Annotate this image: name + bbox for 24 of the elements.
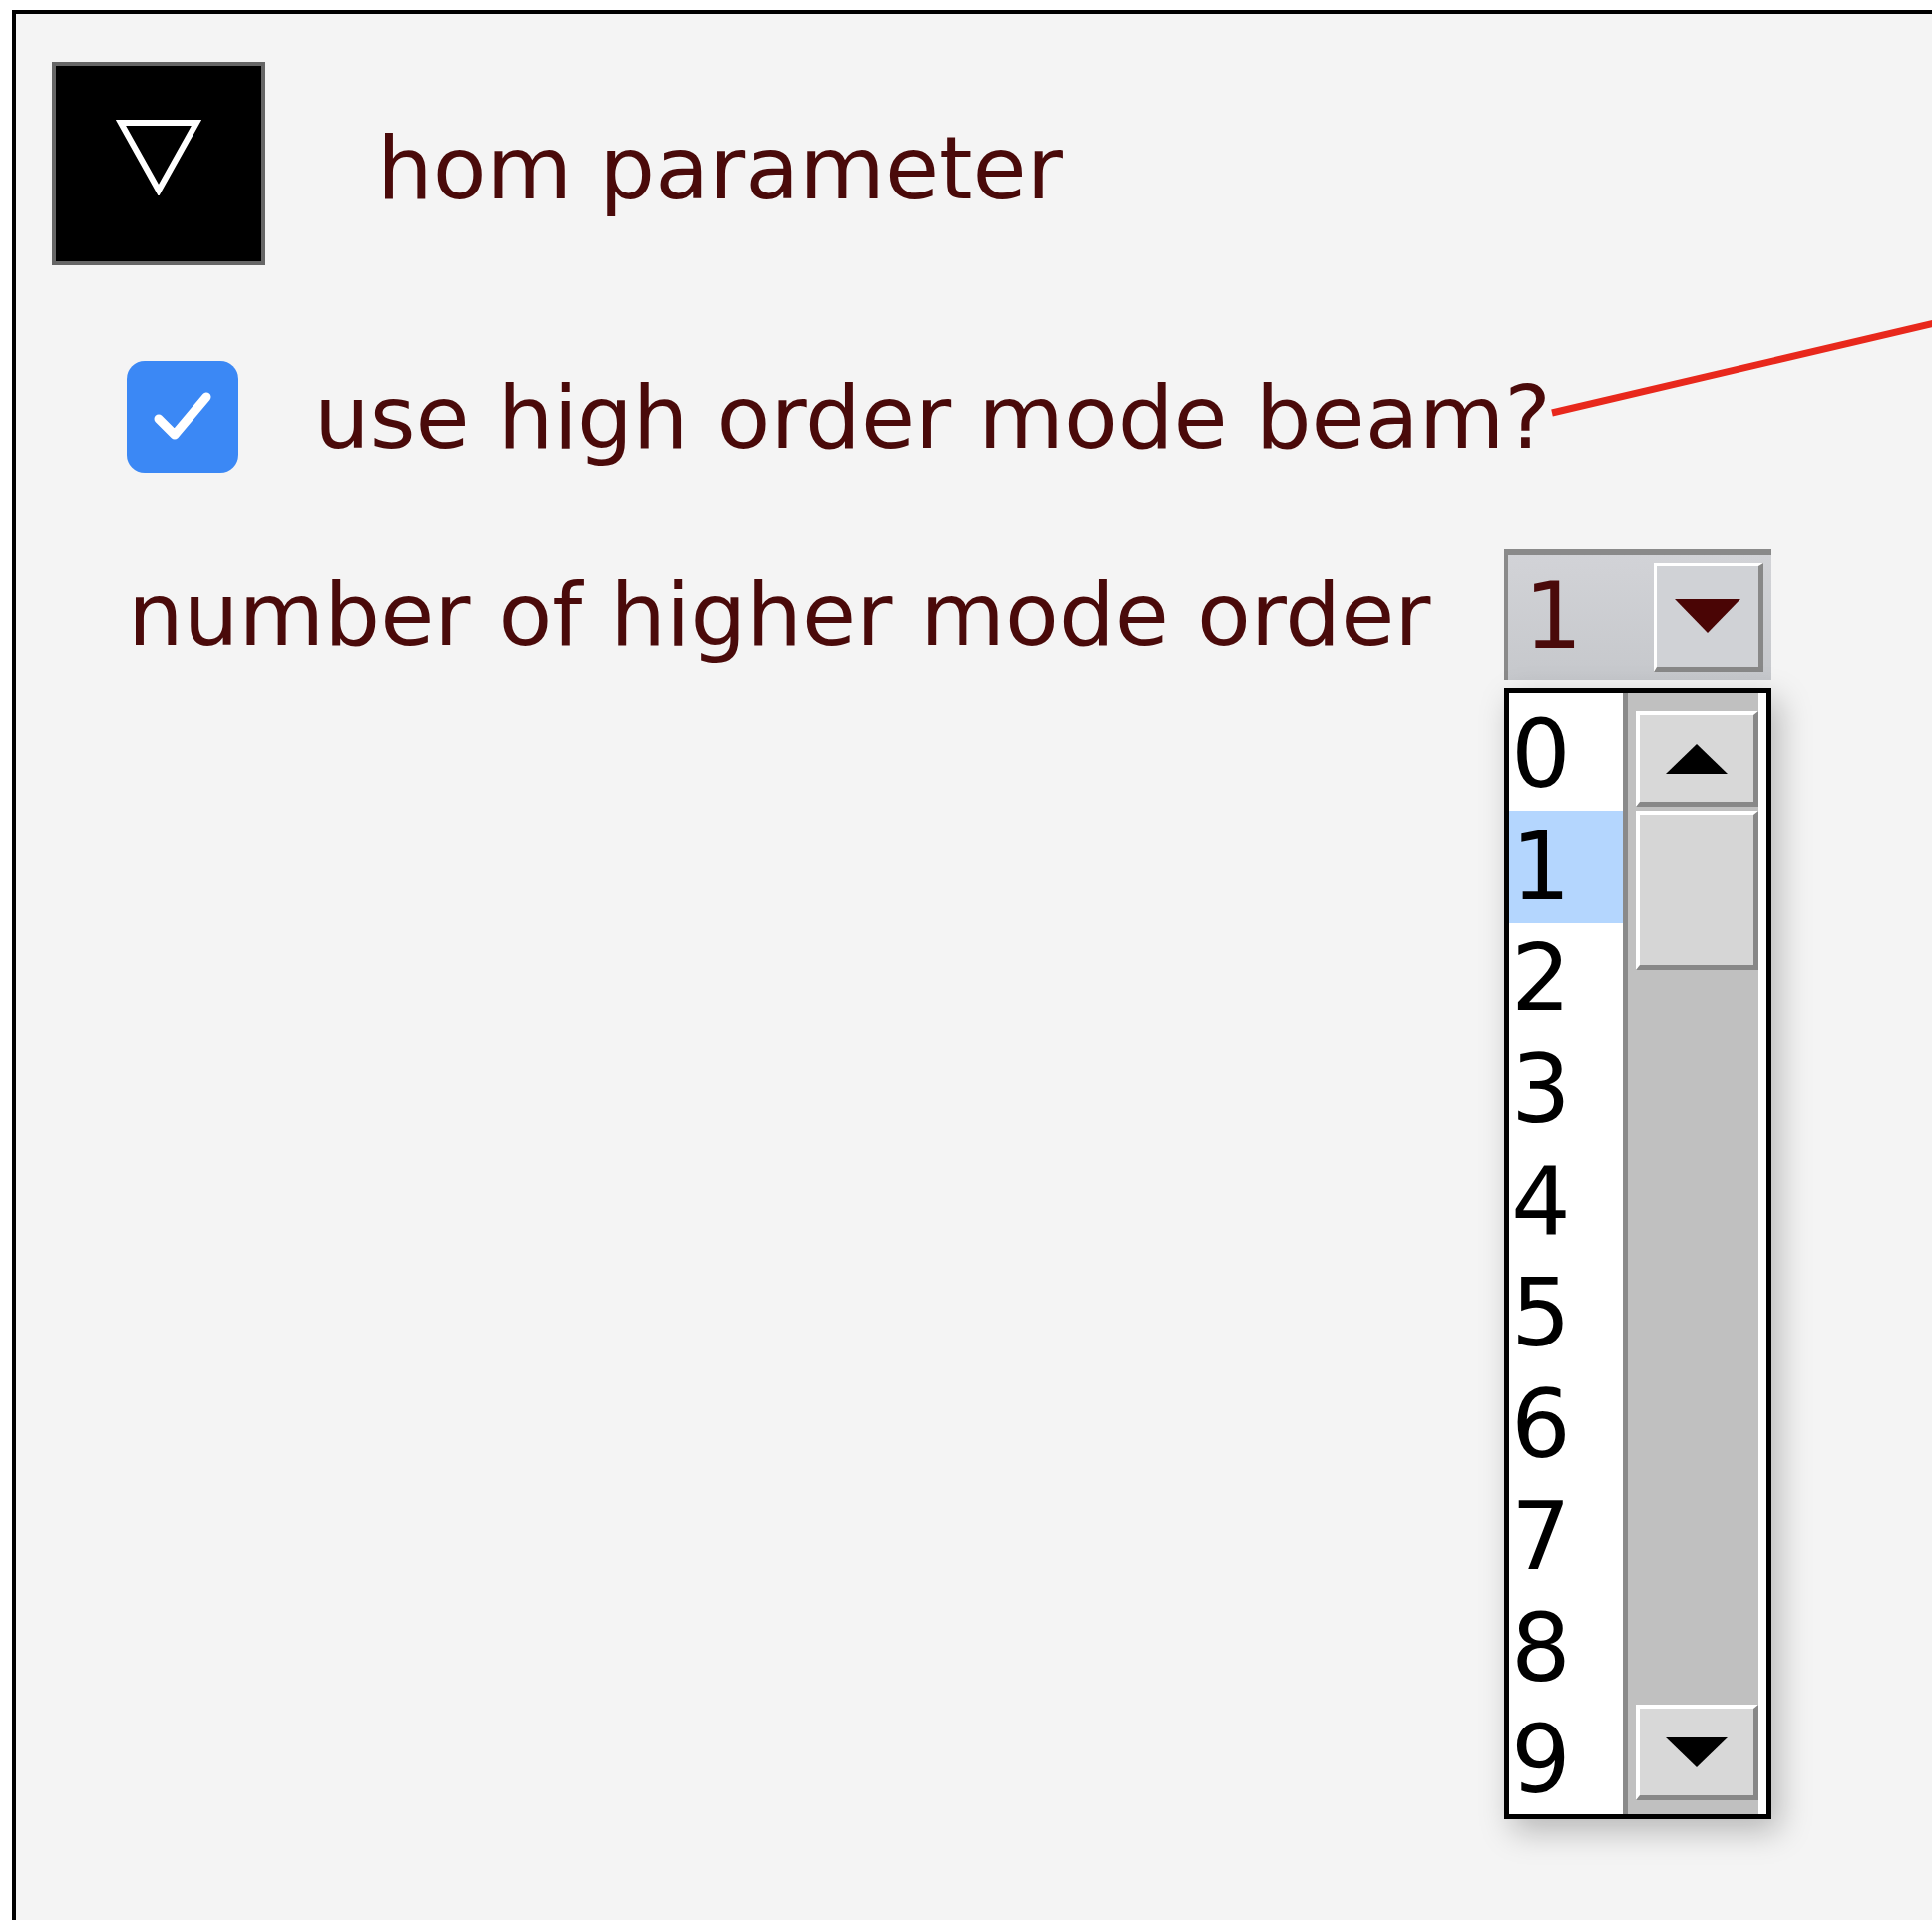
dropdown-option[interactable]: 9 bbox=[1509, 1705, 1623, 1816]
down-triangle-icon bbox=[116, 118, 201, 195]
down-triangle-icon bbox=[1666, 1736, 1728, 1767]
dropdown-option[interactable]: 8 bbox=[1509, 1593, 1623, 1705]
scroll-down-button[interactable] bbox=[1636, 1705, 1758, 1800]
checkbox-label: use high order mode beam? bbox=[314, 365, 1552, 469]
dropdown-option[interactable]: 7 bbox=[1509, 1481, 1623, 1593]
caret-icon bbox=[1675, 599, 1740, 633]
dropdown-option[interactable]: 5 bbox=[1509, 1258, 1623, 1369]
select-label: number of higher mode order bbox=[128, 563, 1432, 666]
dropdown-option[interactable]: 3 bbox=[1509, 1034, 1623, 1146]
section-title: hom parameter bbox=[377, 116, 1063, 219]
dropdown-option[interactable]: 2 bbox=[1509, 923, 1623, 1034]
collapse-toggle[interactable] bbox=[52, 62, 265, 265]
scroll-thumb[interactable] bbox=[1636, 811, 1758, 970]
scroll-up-button[interactable] bbox=[1636, 711, 1758, 807]
order-select[interactable]: 1 bbox=[1504, 549, 1771, 680]
dropdown-option[interactable]: 1 bbox=[1509, 811, 1623, 923]
dropdown-option[interactable]: 4 bbox=[1509, 1146, 1623, 1258]
dropdown-option[interactable]: 0 bbox=[1509, 699, 1623, 811]
dropdown-option[interactable]: 6 bbox=[1509, 1369, 1623, 1481]
scrollbar[interactable] bbox=[1623, 693, 1766, 1814]
checkbox[interactable] bbox=[127, 361, 238, 473]
up-triangle-icon bbox=[1666, 743, 1728, 774]
